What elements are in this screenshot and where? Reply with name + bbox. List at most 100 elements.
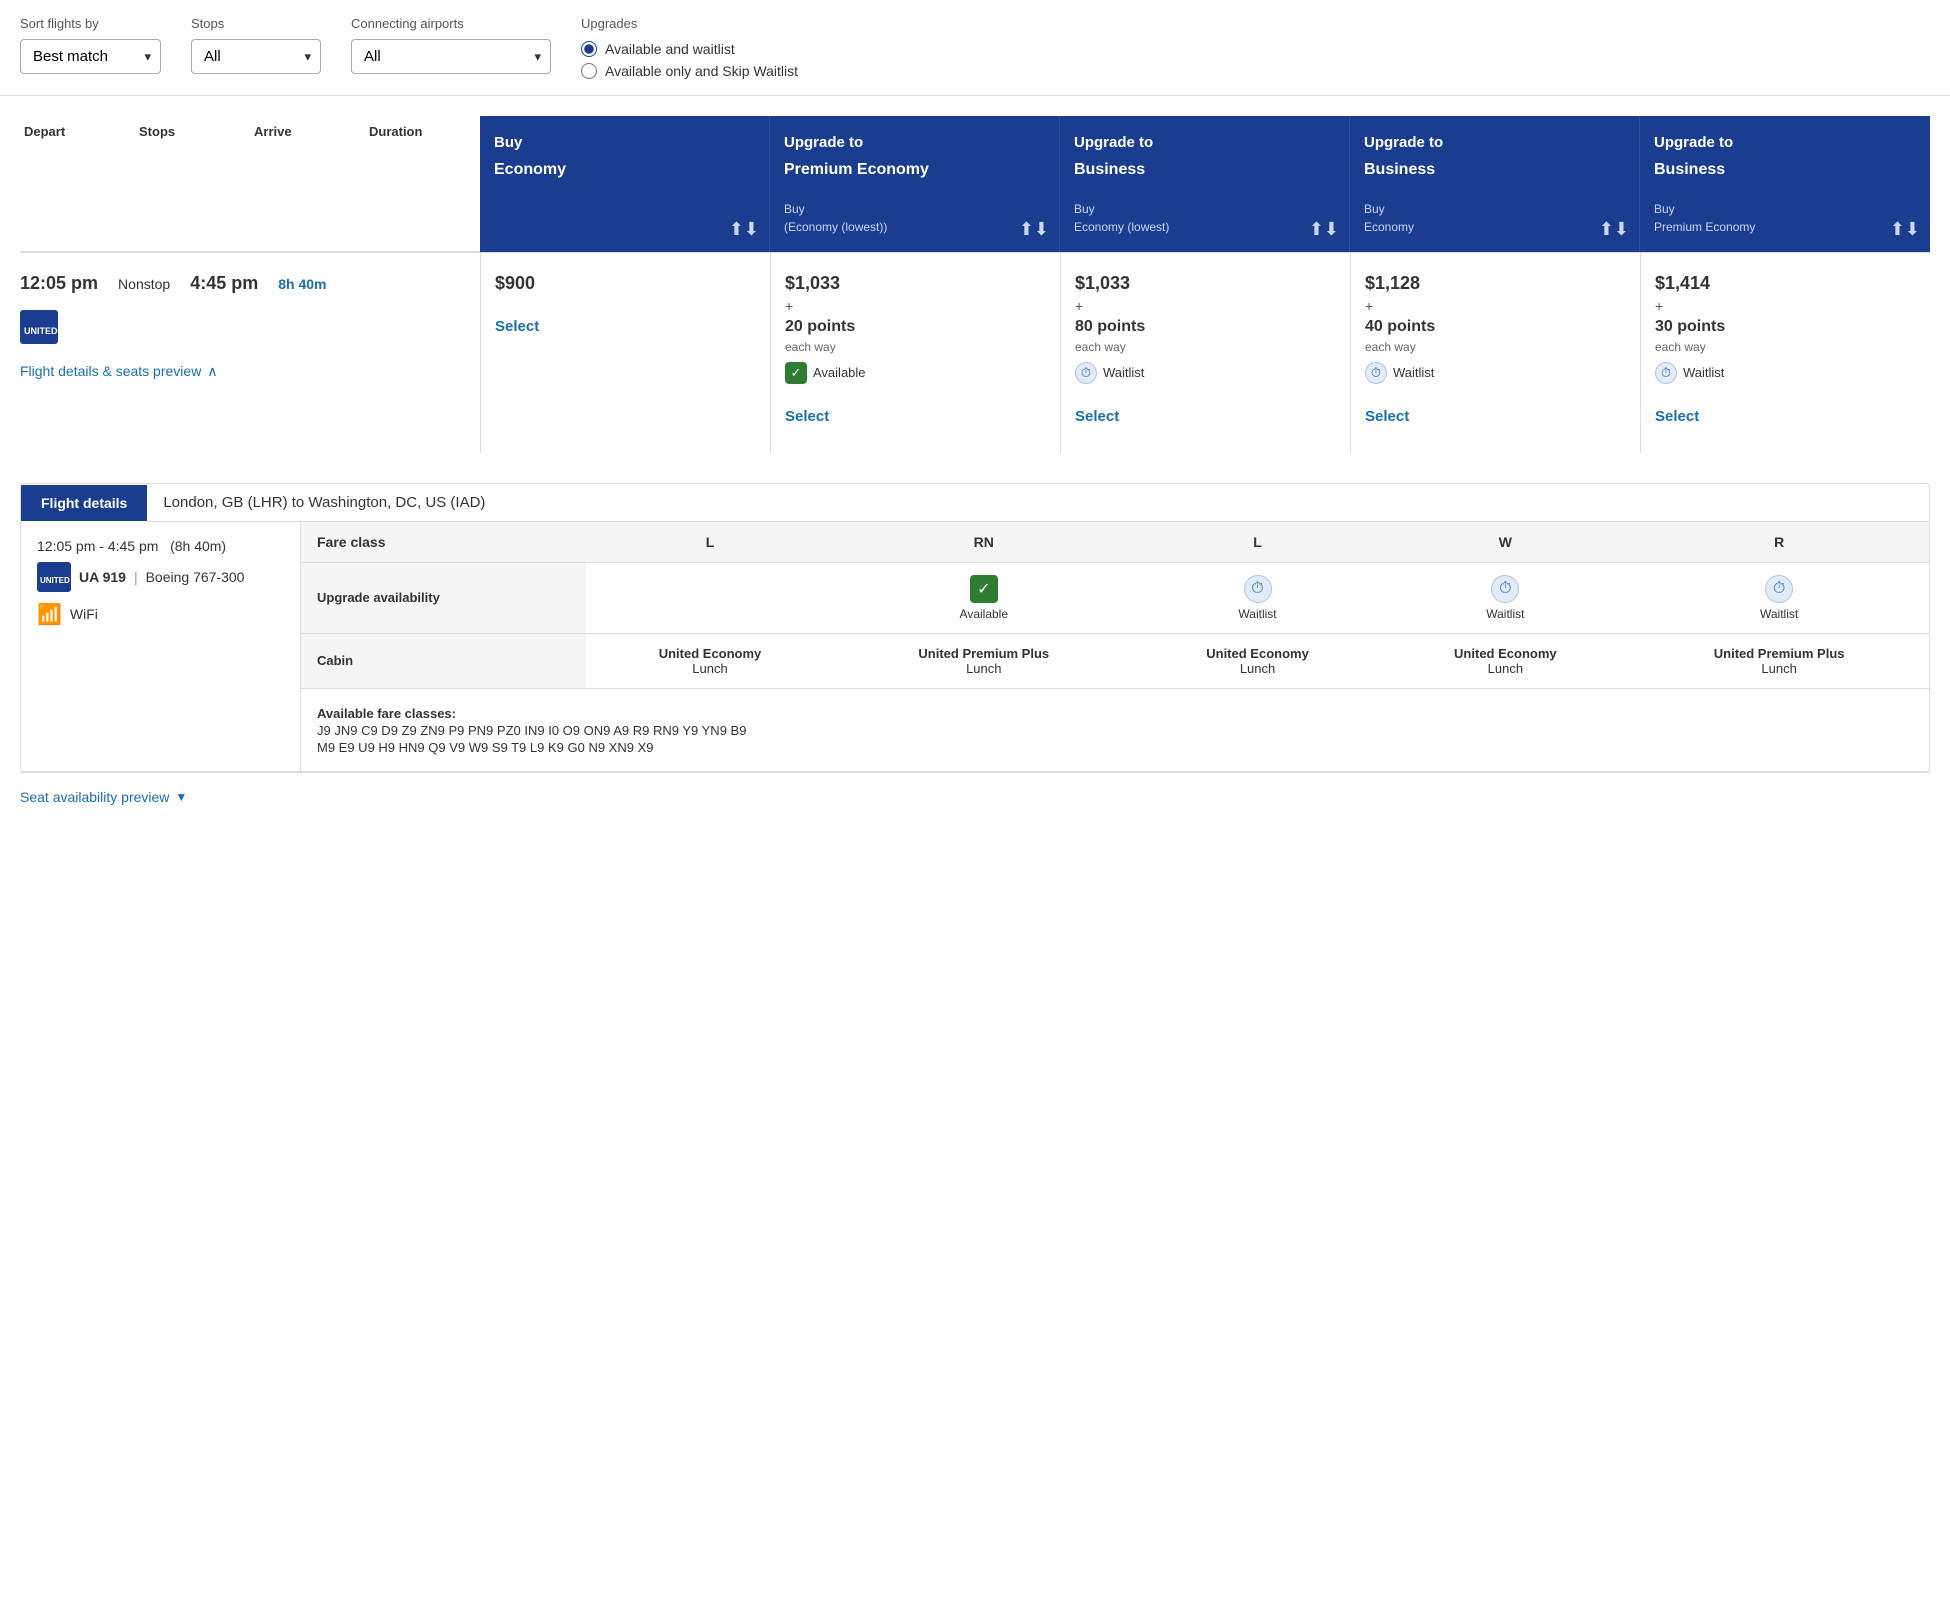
col1-title: Upgrade to — [784, 132, 1045, 153]
upgrade-radio1[interactable] — [581, 41, 597, 57]
col3-subtitle: Business — [1364, 161, 1435, 178]
col0-subtitle: Economy — [494, 161, 566, 178]
fare-table-header-row: Fare class L RN L W R — [301, 522, 1929, 563]
cabin-meal-2: Lunch — [1240, 661, 1275, 676]
fare-class-W: W — [1381, 522, 1629, 563]
upgrade-waitlist-icon-2: ⏱ — [1491, 575, 1519, 603]
col3-title: Upgrade to — [1364, 132, 1625, 153]
upgrade-option1[interactable]: Available and waitlist — [581, 41, 798, 57]
available-fares-label: Available fare classes: — [317, 706, 456, 721]
each-way-3: each way — [1365, 340, 1626, 354]
airports-filter: Connecting airports All ▾ — [351, 16, 551, 74]
fare-class-RN: RN — [834, 522, 1134, 563]
cabin-label: Cabin — [301, 633, 586, 688]
svg-text:UNITED: UNITED — [24, 326, 58, 336]
flight-details-section: Flight details London, GB (LHR) to Washi… — [20, 483, 1930, 772]
waitlist-icon-3: ⏱ — [1365, 362, 1387, 384]
upgrades-label: Upgrades — [581, 16, 798, 31]
availability-badge-3: ⏱ Waitlist — [1365, 362, 1626, 384]
upgrade-waitlist-text-2: Waitlist — [1486, 607, 1524, 621]
cabin-meal-3: Lunch — [1488, 661, 1523, 676]
upgrade-option2[interactable]: Available only and Skip Waitlist — [581, 63, 798, 79]
flight-details-tab[interactable]: Flight details — [21, 485, 147, 521]
plus-4: + — [1655, 298, 1916, 314]
col4-dropdown-icon[interactable]: ⬆⬇ — [1890, 217, 1920, 242]
fare-class-header: Fare class — [301, 522, 586, 563]
upgrade-waitlist-icon-3: ⏱ — [1765, 575, 1793, 603]
points-1: 20 points — [785, 318, 1046, 336]
price-cell-4: $1,414 + 30 points each way ⏱ Waitlist S… — [1640, 253, 1930, 453]
col-header-1: Upgrade to Premium Economy Buy(Economy (… — [770, 116, 1060, 252]
flight-times: 12:05 pm Nonstop 4:45 pm 8h 40m — [20, 273, 470, 294]
airports-select[interactable]: All — [351, 39, 551, 74]
fd-header: Flight details London, GB (LHR) to Washi… — [21, 484, 1929, 522]
fd-duration-text: (8h 40m) — [170, 538, 226, 554]
fd-right: Fare class L RN L W R Upgrade availabili… — [301, 522, 1929, 771]
availability-badge-2: ⏱ Waitlist — [1075, 362, 1336, 384]
cabin-meal-4: Lunch — [1761, 661, 1796, 676]
sort-select-wrapper[interactable]: Best match Price (lowest) Duration Depar… — [20, 39, 161, 74]
col-header-empty: Depart Stops Arrive Duration — [20, 116, 480, 252]
cabin-name-2: United Economy — [1206, 646, 1309, 661]
cabin-cell-3: United Economy Lunch — [1381, 633, 1629, 688]
fare-table: Fare class L RN L W R Upgrade availabili… — [301, 522, 1929, 688]
fd-wifi: 📶 WiFi — [37, 602, 284, 627]
price-cell-3: $1,128 + 40 points each way ⏱ Waitlist S… — [1350, 253, 1640, 453]
col-header-0: Buy Economy ⬆⬇ — [480, 116, 770, 252]
upgrade-available-icon: ✓ — [970, 575, 998, 603]
flight-details-route: London, GB (LHR) to Washington, DC, US (… — [147, 484, 1929, 522]
availability-text-3: Waitlist — [1393, 365, 1434, 380]
fd-separator: | — [134, 569, 138, 585]
waitlist-icon-2: ⏱ — [1075, 362, 1097, 384]
plus-3: + — [1365, 298, 1626, 314]
fare-class-L1: L — [586, 522, 834, 563]
waitlist-icon-4: ⏱ — [1655, 362, 1677, 384]
plus-1: + — [785, 298, 1046, 314]
price-1: $1,033 — [785, 273, 1046, 294]
fd-wifi-label: WiFi — [70, 606, 98, 622]
col3-sub: BuyEconomy — [1364, 202, 1414, 234]
select-button-3[interactable]: Select — [1365, 400, 1626, 433]
flight-details-link[interactable]: Flight details & seats preview ∧ — [20, 363, 470, 380]
seat-preview-label: Seat availability preview — [20, 789, 169, 805]
select-button-1[interactable]: Select — [785, 400, 1046, 433]
flight-duration: 8h 40m — [278, 276, 326, 292]
col4-sub: BuyPremium Economy — [1654, 202, 1755, 234]
fd-aircraft: Boeing 767-300 — [146, 569, 245, 585]
select-button-2[interactable]: Select — [1075, 400, 1336, 433]
stops-select-wrapper[interactable]: All Nonstop 1 stop 2+ stops ▾ — [191, 39, 321, 74]
each-way-2: each way — [1075, 340, 1336, 354]
stops-select[interactable]: All Nonstop 1 stop 2+ stops — [191, 39, 321, 74]
select-button-0[interactable]: Select — [495, 310, 756, 343]
col-header-4: Upgrade to Business BuyPremium Economy ⬆… — [1640, 116, 1930, 252]
upgrade-option1-label: Available and waitlist — [605, 41, 735, 57]
col2-dropdown-icon[interactable]: ⬆⬇ — [1309, 217, 1339, 242]
fare-class-R: R — [1629, 522, 1929, 563]
upgrade-cell-waitlist-1: ⏱ Waitlist — [1134, 562, 1382, 633]
upgrade-option2-label: Available only and Skip Waitlist — [605, 63, 798, 79]
col3-dropdown-icon[interactable]: ⬆⬇ — [1599, 217, 1629, 242]
flight-details-link-text: Flight details & seats preview — [20, 363, 201, 379]
select-button-4[interactable]: Select — [1655, 400, 1916, 433]
seat-availability-section: Seat availability preview ▼ — [20, 772, 1930, 821]
airports-select-wrapper[interactable]: All ▾ — [351, 39, 551, 74]
col4-subtitle: Business — [1654, 161, 1725, 178]
fare-codes-row1: J9 JN9 C9 D9 Z9 ZN9 P9 PN9 PZ0 IN9 I0 O9… — [317, 723, 1913, 738]
fd-body: 12:05 pm - 4:45 pm (8h 40m) UNITED UA 91… — [21, 522, 1929, 771]
col0-dropdown-icon[interactable]: ⬆⬇ — [729, 217, 759, 242]
cabin-meal-1: Lunch — [966, 661, 1001, 676]
upgrade-radio2[interactable] — [581, 63, 597, 79]
cabin-cell-2: United Economy Lunch — [1134, 633, 1382, 688]
flight-stops: Nonstop — [118, 276, 170, 292]
wifi-icon: 📶 — [37, 602, 62, 627]
col1-dropdown-icon[interactable]: ⬆⬇ — [1019, 217, 1049, 242]
price-cell-0: $900 Select — [480, 253, 770, 453]
seat-preview-link[interactable]: Seat availability preview ▼ — [20, 789, 1930, 805]
each-way-1: each way — [785, 340, 1046, 354]
stops-header: Stops — [135, 124, 250, 247]
availability-text-1: Available — [813, 365, 866, 380]
depart-time: 12:05 pm — [20, 273, 98, 294]
sort-select[interactable]: Best match Price (lowest) Duration Depar… — [20, 39, 161, 74]
points-4: 30 points — [1655, 318, 1916, 336]
upgrades-filter: Upgrades Available and waitlist Availabl… — [581, 16, 798, 79]
